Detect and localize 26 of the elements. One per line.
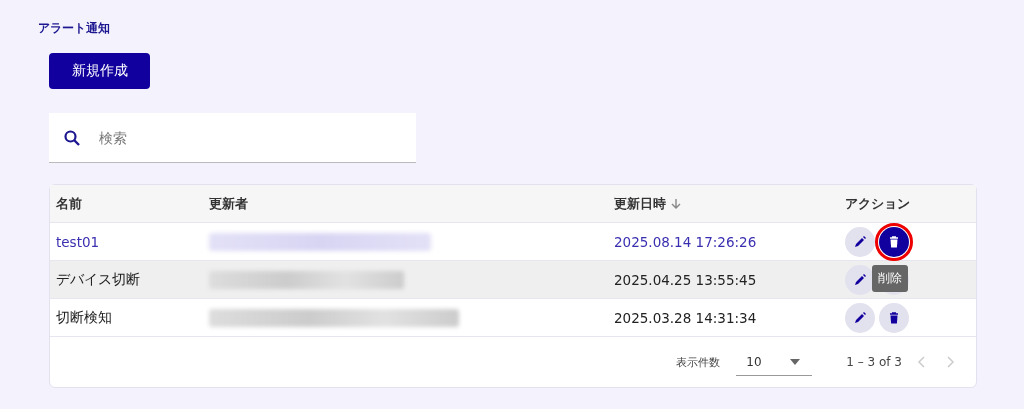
name-link[interactable]: test01	[56, 233, 100, 250]
page-title: アラート通知	[38, 20, 110, 37]
tooltip: 削除	[872, 265, 908, 292]
table-cell: 2025.04.25 13:55:45	[614, 271, 757, 288]
name-link[interactable]: 切断検知	[56, 308, 112, 327]
page-size-select[interactable]: 10	[736, 348, 813, 376]
edit-button[interactable]	[845, 264, 875, 295]
edit-button[interactable]	[845, 226, 875, 257]
search-input[interactable]: 検索	[97, 128, 351, 147]
search-field[interactable]: 検索	[49, 113, 416, 163]
pencil-icon	[852, 271, 868, 288]
pencil-icon	[852, 233, 868, 250]
create-button[interactable]: 新規作成	[49, 53, 150, 89]
column-header: 更新者	[209, 194, 248, 213]
pencil-icon	[852, 309, 868, 326]
column-header: 名前	[56, 194, 82, 213]
caret-icon	[790, 358, 801, 365]
column-header: アクション	[845, 194, 910, 213]
search-icon	[63, 128, 81, 147]
edit-button[interactable]	[845, 302, 875, 333]
table-cell: 2025.03.28 14:31:34	[614, 309, 757, 326]
column-header[interactable]: 更新日時	[614, 194, 666, 213]
page-range: 1 – 3 of 3	[846, 355, 902, 369]
page-size-label: 表示件数	[676, 354, 721, 370]
delete-button[interactable]	[879, 302, 909, 333]
table-cell: 2025.08.14 17:26:26	[614, 233, 757, 250]
